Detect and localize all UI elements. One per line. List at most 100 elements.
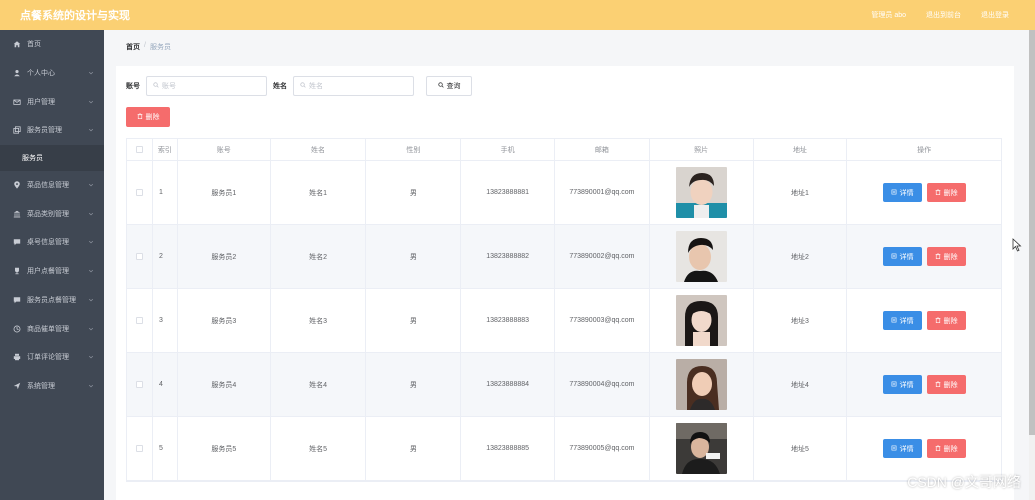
sidebar-item-8[interactable]: 用户点餐管理 bbox=[0, 257, 104, 286]
header-account: 账号 bbox=[178, 139, 271, 160]
home-icon bbox=[13, 40, 21, 48]
sidebar-item-12[interactable]: 系统管理 bbox=[0, 372, 104, 401]
detail-button[interactable]: 详情 bbox=[882, 247, 922, 266]
trash-icon bbox=[935, 252, 944, 261]
cell-address: 地址1 bbox=[754, 161, 848, 224]
row-select[interactable] bbox=[127, 353, 153, 416]
sidebar-item-3[interactable]: 服务员管理 bbox=[0, 116, 104, 145]
detail-label: 详情 bbox=[899, 253, 914, 261]
breadcrumb-home[interactable]: 首页 bbox=[126, 42, 140, 52]
sidebar-item-7[interactable]: 桌号信息管理 bbox=[0, 228, 104, 257]
chevron-down-icon bbox=[88, 239, 94, 245]
sidebar-item-11[interactable]: 订单评论管理 bbox=[0, 343, 104, 372]
avatar-photo[interactable] bbox=[675, 423, 727, 474]
content-panel: 账号 账号 姓名 姓名 查询 删除 索引 账号 姓名 性别 手机 邮箱 照片 地… bbox=[116, 66, 1014, 500]
avatar-photo[interactable] bbox=[675, 231, 727, 282]
sidebar-item-0[interactable]: 首页 bbox=[0, 30, 104, 59]
sidebar-item-label: 商品催单管理 bbox=[27, 325, 69, 333]
delete-label: 删除 bbox=[943, 317, 958, 325]
chevron-down-icon bbox=[88, 383, 94, 389]
user-icon bbox=[13, 69, 21, 77]
delete-button[interactable]: 删除 bbox=[926, 375, 966, 394]
detail-button[interactable]: 详情 bbox=[882, 183, 922, 202]
delete-button[interactable]: 删除 bbox=[926, 183, 966, 202]
table-row[interactable]: 4 服务员4 姓名4 男 13823888884 773890004@qq.com 地址4 详… bbox=[127, 353, 1001, 417]
cell-email: 773890004@qq.com bbox=[555, 353, 650, 416]
detail-button[interactable]: 详情 bbox=[882, 439, 922, 458]
message-icon bbox=[13, 296, 21, 304]
row-select[interactable] bbox=[127, 161, 153, 224]
cell-account: 服务员3 bbox=[178, 289, 271, 352]
checkbox[interactable] bbox=[135, 253, 143, 260]
sidebar-item-label: 服务员管理 bbox=[27, 127, 62, 135]
sidebar-item-1[interactable]: 个人中心 bbox=[0, 59, 104, 88]
cell-index: 4 bbox=[153, 353, 178, 416]
mouse-cursor-icon bbox=[1012, 238, 1022, 252]
row-select[interactable] bbox=[127, 225, 153, 288]
table-row[interactable]: 1 服务员1 姓名1 男 13823888881 773890001@qq.com 地址1 详… bbox=[127, 161, 1001, 225]
sidebar-subitem-waiter[interactable]: 服务员 bbox=[0, 144, 104, 171]
account-search-input[interactable]: 账号 bbox=[146, 76, 267, 96]
trash-icon bbox=[935, 444, 944, 453]
table-row[interactable]: 5 服务员5 姓名5 男 13823888885 773890005@qq.com 地址5 详… bbox=[127, 417, 1001, 481]
cell-photo bbox=[650, 417, 754, 480]
cell-phone: 13823888882 bbox=[461, 225, 556, 288]
trash-icon bbox=[935, 380, 944, 389]
header-actions: 操作 bbox=[917, 146, 932, 154]
cell-actions: 详情 删除 bbox=[847, 289, 1001, 352]
detail-button[interactable]: 详情 bbox=[882, 375, 922, 394]
cell-actions: 详情 删除 bbox=[847, 225, 1001, 288]
row-select[interactable] bbox=[127, 417, 153, 480]
clock-icon bbox=[13, 325, 21, 333]
batch-delete-button[interactable]: 删除 bbox=[126, 107, 170, 127]
sidebar-item-9[interactable]: 服务员点餐管理 bbox=[0, 286, 104, 315]
cell-address: 地址2 bbox=[754, 225, 848, 288]
detail-label: 详情 bbox=[899, 381, 914, 389]
cell-photo bbox=[650, 225, 754, 288]
page-scrollbar-thumb[interactable] bbox=[1029, 30, 1035, 435]
sidebar: 首页 个人中心 用户管理服务员管理服务员 菜品信息管理 菜品类别管理 桌号信息管理 用户点餐… bbox=[0, 30, 104, 500]
header-address: 地址 bbox=[754, 139, 848, 160]
delete-label: 删除 bbox=[943, 189, 958, 197]
row-select[interactable] bbox=[127, 289, 153, 352]
cell-account: 服务员1 bbox=[178, 161, 271, 224]
checkbox[interactable] bbox=[135, 445, 143, 452]
header-select-all[interactable] bbox=[127, 139, 153, 160]
table-row[interactable]: 2 服务员2 姓名2 男 13823888882 773890002@qq.com 地址2 详… bbox=[127, 225, 1001, 289]
document-icon bbox=[891, 189, 900, 197]
logout-link[interactable]: 退出登录 bbox=[981, 10, 1009, 20]
exit-to-frontend-link[interactable]: 退出到前台 bbox=[926, 10, 961, 20]
trophy-icon bbox=[13, 267, 21, 275]
trash-icon bbox=[935, 316, 944, 325]
delete-button[interactable]: 删除 bbox=[926, 439, 966, 458]
top-bar: 点餐系统的设计与实现 管理员 abo 退出到前台 退出登录 bbox=[0, 0, 1035, 30]
cell-index: 1 bbox=[153, 161, 178, 224]
avatar-photo[interactable] bbox=[675, 295, 727, 346]
cell-actions: 详情 删除 bbox=[847, 161, 1001, 224]
name-search-input[interactable]: 姓名 bbox=[293, 76, 414, 96]
cell-sex: 男 bbox=[366, 353, 462, 416]
breadcrumb-separator: / bbox=[144, 42, 146, 49]
waiter-table: 索引 账号 姓名 性别 手机 邮箱 照片 地址 操作 1 服务员1 姓名1 男 1382… bbox=[126, 138, 1002, 482]
checkbox[interactable] bbox=[135, 317, 143, 324]
sidebar-item-6[interactable]: 菜品类别管理 bbox=[0, 199, 104, 228]
chevron-down-icon bbox=[88, 211, 94, 217]
table-row[interactable]: 3 服务员3 姓名3 男 13823888883 773890003@qq.com 地址3 详… bbox=[127, 289, 1001, 353]
header-index: 索引 bbox=[153, 139, 178, 160]
checkbox[interactable] bbox=[135, 381, 143, 388]
sidebar-item-5[interactable]: 菜品信息管理 bbox=[0, 171, 104, 200]
avatar-photo[interactable] bbox=[675, 359, 727, 410]
delete-button[interactable]: 删除 bbox=[926, 247, 966, 266]
avatar-photo[interactable] bbox=[675, 167, 727, 218]
checkbox[interactable] bbox=[135, 146, 143, 153]
header-sex: 性别 bbox=[366, 139, 462, 160]
query-button[interactable]: 查询 bbox=[426, 76, 472, 96]
sidebar-item-10[interactable]: 商品催单管理 bbox=[0, 314, 104, 343]
admin-user-link[interactable]: 管理员 abo bbox=[871, 10, 906, 20]
sidebar-item-2[interactable]: 用户管理 bbox=[0, 87, 104, 116]
checkbox[interactable] bbox=[135, 189, 143, 196]
trash-icon bbox=[935, 188, 944, 197]
delete-button[interactable]: 删除 bbox=[926, 311, 966, 330]
detail-button[interactable]: 详情 bbox=[882, 311, 922, 330]
search-icon bbox=[437, 82, 447, 90]
